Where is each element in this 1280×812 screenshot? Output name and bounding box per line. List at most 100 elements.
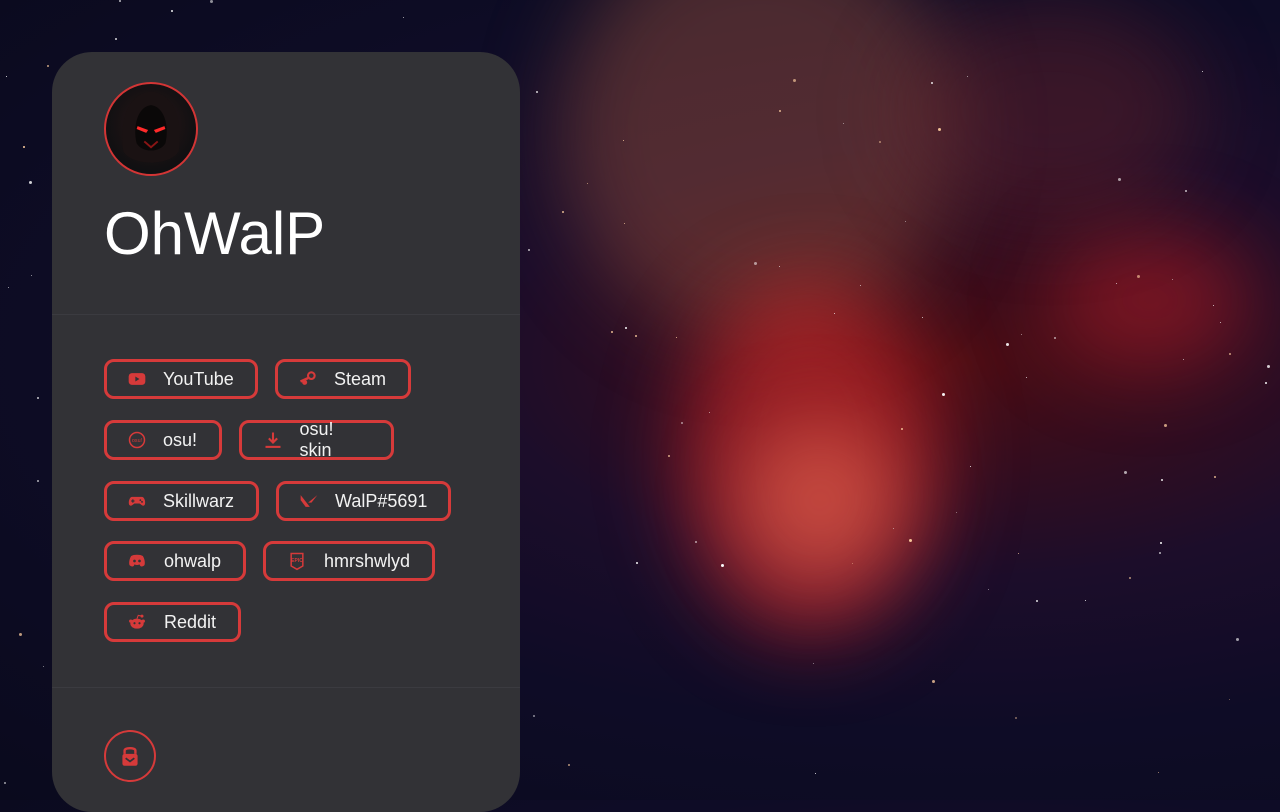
star <box>19 633 22 636</box>
links-section: YouTube Steam osu! osu! osu! skin Skillw… <box>52 315 520 688</box>
discord-icon <box>127 550 148 572</box>
star <box>23 146 25 148</box>
star <box>1183 359 1184 360</box>
star <box>171 10 173 12</box>
star <box>1026 377 1027 378</box>
star <box>1116 283 1117 284</box>
star <box>852 563 853 564</box>
star <box>1015 717 1017 719</box>
star <box>1202 71 1203 72</box>
star <box>1213 305 1214 306</box>
star <box>709 412 710 413</box>
star <box>31 275 32 276</box>
star <box>938 128 941 131</box>
avatar <box>104 82 198 176</box>
star <box>909 539 912 542</box>
star <box>1267 365 1270 368</box>
epic-games-icon: EPIC <box>286 550 308 572</box>
star <box>1137 275 1140 278</box>
keybase-link-button[interactable] <box>104 730 156 782</box>
discord-link-button[interactable]: ohwalp <box>104 541 246 581</box>
star <box>528 249 530 251</box>
youtube-icon <box>127 368 147 390</box>
star <box>1118 178 1121 181</box>
star <box>1172 279 1173 280</box>
reddit-link-button[interactable]: Reddit <box>104 602 241 642</box>
star <box>721 564 724 567</box>
star <box>536 91 538 93</box>
profile-footer <box>52 688 520 812</box>
star <box>779 110 781 112</box>
star <box>754 262 757 265</box>
page-title: OhWalP <box>104 200 326 267</box>
keybase-icon <box>122 746 138 766</box>
star <box>29 181 32 184</box>
star <box>1236 638 1239 641</box>
star <box>793 79 796 82</box>
star <box>623 140 624 141</box>
star <box>562 211 564 213</box>
star <box>988 589 989 590</box>
star <box>932 680 935 683</box>
star <box>624 223 625 224</box>
star <box>8 287 9 288</box>
star <box>970 466 971 467</box>
star <box>905 221 906 222</box>
star <box>813 663 814 664</box>
star <box>636 562 638 564</box>
profile-header: OhWalP <box>52 52 520 315</box>
star <box>942 393 945 396</box>
star <box>568 764 570 766</box>
star <box>533 715 535 717</box>
star <box>1220 322 1221 323</box>
star <box>37 480 39 482</box>
star <box>1158 772 1159 773</box>
star <box>43 666 44 667</box>
star <box>210 0 213 3</box>
star <box>668 455 670 457</box>
star <box>4 782 6 784</box>
star <box>779 266 780 267</box>
star <box>893 528 894 529</box>
star <box>47 65 49 67</box>
star <box>1229 699 1230 700</box>
star <box>1159 552 1161 554</box>
star <box>931 82 933 84</box>
star <box>967 76 968 77</box>
star <box>119 0 121 2</box>
star <box>1229 353 1231 355</box>
svg-text:osu!: osu! <box>132 438 143 444</box>
star <box>1021 334 1022 335</box>
star <box>403 17 404 18</box>
epic-games-link-button[interactable]: EPIC hmrshwlyd <box>263 541 435 581</box>
youtube-link-button[interactable]: YouTube <box>104 359 258 399</box>
star <box>695 541 697 543</box>
skillwarz-link-button[interactable]: Skillwarz <box>104 481 259 521</box>
star <box>681 422 683 424</box>
osu-icon: osu! <box>127 429 147 451</box>
star <box>587 183 588 184</box>
star <box>1265 382 1267 384</box>
hooded-figure-icon <box>122 91 180 163</box>
star <box>834 313 835 314</box>
star <box>815 773 816 774</box>
star <box>1036 600 1038 602</box>
star <box>1018 553 1019 554</box>
star <box>1214 476 1216 478</box>
star <box>1124 471 1127 474</box>
star <box>1161 479 1163 481</box>
download-icon <box>262 429 284 451</box>
reddit-icon <box>127 611 148 633</box>
star <box>1054 337 1056 339</box>
star <box>1164 424 1167 427</box>
star <box>843 123 844 124</box>
star <box>611 331 613 333</box>
osu-link-button[interactable]: osu! osu! <box>104 420 222 460</box>
osu-skin-link-button[interactable]: osu! skin <box>239 419 394 460</box>
star <box>860 285 861 286</box>
valorant-link-button[interactable]: WalP#5691 <box>276 481 451 521</box>
steam-link-button[interactable]: Steam <box>275 359 411 399</box>
star <box>676 337 677 338</box>
valorant-icon <box>299 490 319 512</box>
star <box>37 397 39 399</box>
